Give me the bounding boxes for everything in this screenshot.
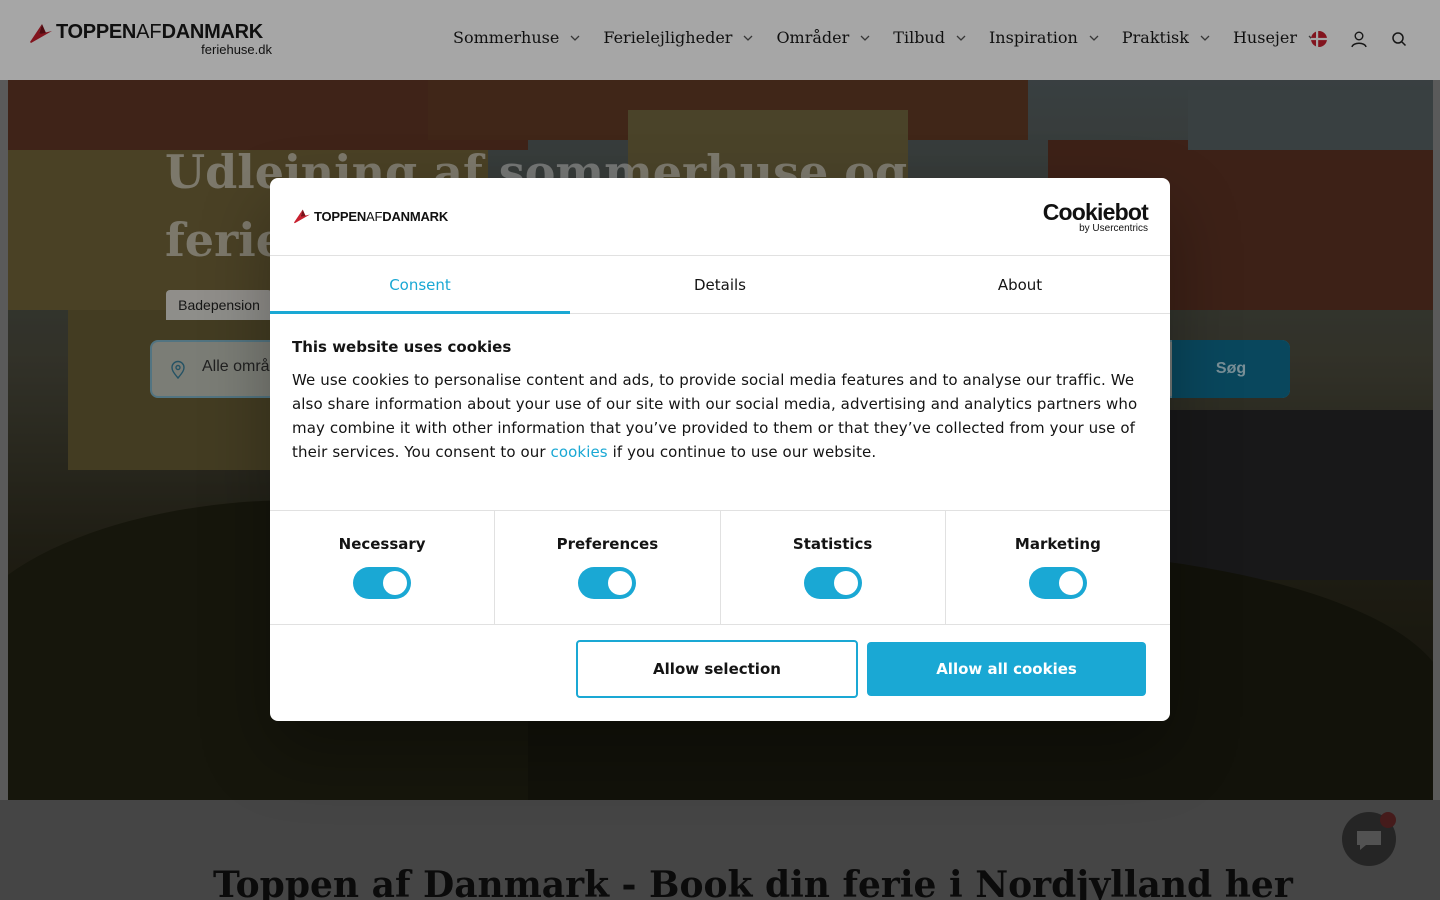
necessary-toggle[interactable] — [353, 567, 412, 599]
logo-mark-icon — [294, 209, 310, 224]
dialog-logo-wordmark: TOPPENAFDANMARK — [314, 208, 449, 224]
toggle-knob — [383, 571, 408, 595]
tab-about[interactable]: About — [870, 256, 1170, 313]
tab-consent[interactable]: Consent — [270, 256, 570, 314]
dialog-logo: TOPPENAFDANMARK — [292, 208, 448, 224]
consent-toggles: Necessary Preferences Statistics Marketi… — [270, 510, 1170, 625]
toggle-group-statistics: Statistics — [721, 511, 946, 624]
allow-all-cookies-button[interactable]: Allow all cookies — [867, 642, 1146, 696]
toggle-label: Statistics — [792, 535, 873, 553]
cookie-consent-dialog: TOPPENAFDANMARK Cookiebot by Usercentric… — [270, 178, 1170, 721]
dialog-tabs: Consent Details About — [270, 256, 1170, 314]
statistics-toggle[interactable] — [803, 567, 862, 599]
toggle-knob — [833, 571, 858, 595]
toggle-knob — [1058, 571, 1083, 595]
toggle-label: Necessary — [338, 535, 426, 553]
dialog-body: This website uses cookies We use cookies… — [292, 338, 1148, 464]
marketing-toggle[interactable] — [1028, 567, 1087, 599]
toggle-group-necessary: Necessary — [270, 511, 496, 624]
toggle-group-marketing: Marketing — [946, 511, 1170, 624]
toggle-knob — [608, 571, 633, 595]
dialog-header: TOPPENAFDANMARK Cookiebot by Usercentric… — [270, 178, 1170, 256]
dialog-description: We use cookies to personalise content an… — [292, 371, 1138, 461]
toggle-group-preferences: Preferences — [495, 511, 721, 624]
cookies-link[interactable]: cookies — [551, 443, 608, 461]
cookiebot-wordmark: Cookiebot — [1042, 199, 1149, 225]
tab-details[interactable]: Details — [570, 256, 870, 313]
toggle-label: Marketing — [1014, 535, 1101, 553]
allow-selection-button[interactable]: Allow selection — [576, 640, 858, 698]
dialog-title: This website uses cookies — [292, 338, 512, 356]
cookiebot-subtitle: by Usercentrics — [1079, 223, 1148, 234]
toggle-label: Preferences — [556, 535, 659, 553]
preferences-toggle[interactable] — [578, 567, 637, 599]
cookiebot-logo[interactable]: Cookiebot by Usercentrics — [1042, 199, 1149, 234]
